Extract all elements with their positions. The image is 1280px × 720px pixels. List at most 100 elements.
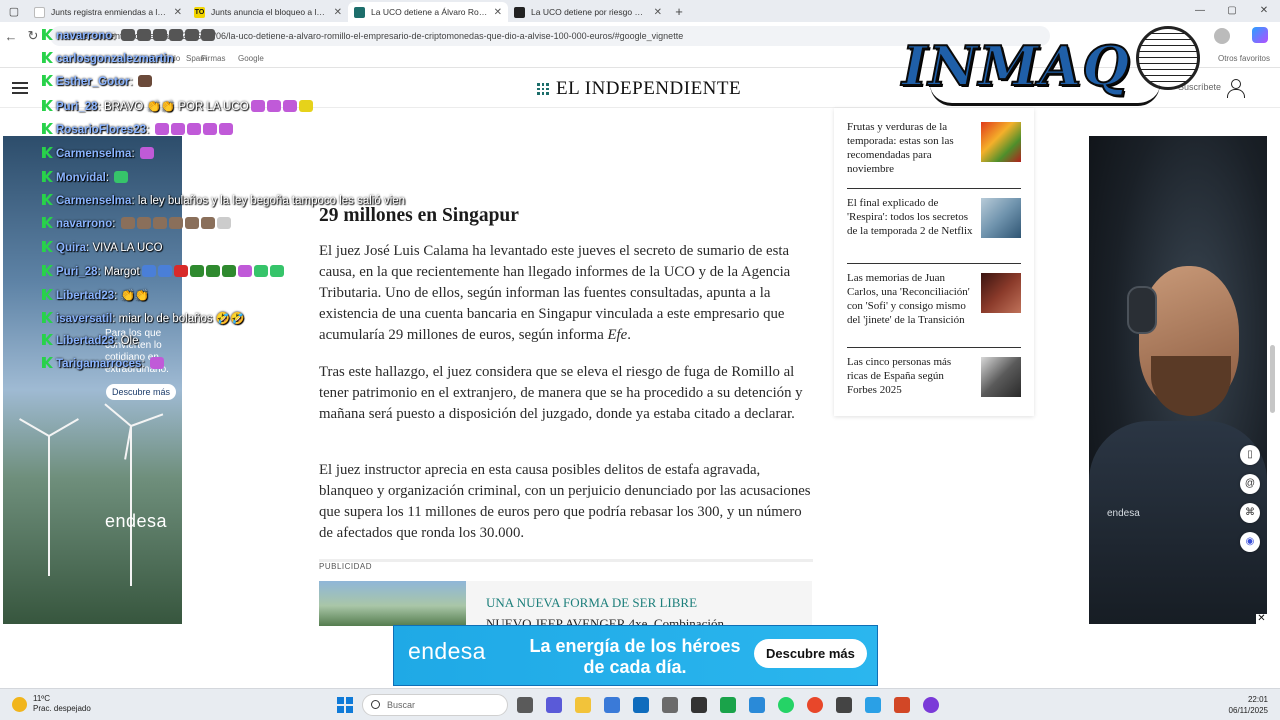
copilot-icon[interactable] <box>1252 27 1268 43</box>
related-article-thumbnail[interactable] <box>981 198 1021 238</box>
emote-icon <box>269 265 284 277</box>
taskbar-search[interactable]: Buscar <box>362 694 508 716</box>
weather-desc: Prac. despejado <box>33 704 91 713</box>
related-article-thumbnail[interactable] <box>981 122 1021 162</box>
task-view-icon[interactable] <box>517 697 533 713</box>
system-clock[interactable]: 22:01 06/11/2025 <box>1229 694 1268 716</box>
emote-icon <box>205 265 220 277</box>
related-article-title[interactable]: Frutas y verduras de la temporada: estas… <box>847 120 973 176</box>
related-article-thumbnail[interactable] <box>981 273 1021 313</box>
banner-cta-button[interactable]: Descubre más <box>754 639 867 668</box>
close-ad-icon[interactable]: ✕ <box>1256 614 1267 624</box>
windows-start-icon[interactable] <box>337 697 353 713</box>
teams-icon[interactable] <box>546 697 562 713</box>
stream-overlay-logo: INMAQ <box>900 26 1200 106</box>
related-article[interactable]: Las memorias de Juan Carlos, una 'Reconc… <box>847 263 1021 346</box>
emote-icon <box>186 123 201 135</box>
refresh-icon[interactable]: ↻ <box>22 28 44 44</box>
tab-title: Junts anuncia el bloqueo a la legi <box>211 7 328 17</box>
apps-icon[interactable]: ⌘ <box>1240 503 1260 523</box>
site-logo[interactable]: EL INDEPENDIENTE <box>537 78 741 100</box>
assistant-icon[interactable]: ◉ <box>1240 532 1260 552</box>
emote-icon <box>216 217 231 229</box>
related-article[interactable]: Frutas y verduras de la temporada: estas… <box>847 113 1021 187</box>
tab-favicon <box>354 6 365 18</box>
section-heading: 29 millones en Singapur <box>319 205 519 226</box>
powerpoint-icon[interactable] <box>894 697 910 713</box>
banner-slogan: La energía de los héroes de cada día. <box>529 636 741 677</box>
file-explorer-icon[interactable] <box>575 697 591 713</box>
emote-icon <box>253 265 268 277</box>
close-tab-icon[interactable]: ✕ <box>494 7 502 18</box>
edge-browser-icon[interactable] <box>749 697 765 713</box>
whatsapp-icon[interactable] <box>778 697 794 713</box>
close-tab-icon[interactable]: ✕ <box>654 7 662 18</box>
promo-kicker: UNA NUEVA FORMA DE SER LIBRE <box>486 595 698 610</box>
emote-icon <box>202 123 217 135</box>
windows-taskbar: 11ºC Prac. despejado Buscar 22:01 06/11/… <box>0 688 1280 720</box>
browser-tab-1[interactable]: Junts registra enmiendas a la tota ✕ <box>28 2 188 22</box>
favorite-item[interactable]: Google <box>238 54 264 63</box>
maximize-icon[interactable]: ▢ <box>1216 0 1248 22</box>
store-icon[interactable] <box>604 697 620 713</box>
other-favorites-folder[interactable]: Otros favoritos <box>1218 54 1270 63</box>
settings-gear-icon[interactable] <box>662 697 678 713</box>
user-account-icon[interactable] <box>1227 79 1245 98</box>
emote-icon <box>170 123 185 135</box>
clock-time: 22:01 <box>1247 695 1268 704</box>
emote-icon <box>154 123 169 135</box>
ad-cta-button[interactable]: Descubre más <box>106 384 177 400</box>
edge-side-tools: ▯ @ ⌘ ◉ <box>1240 445 1262 561</box>
app-icon[interactable] <box>691 697 707 713</box>
bottom-banner-ad[interactable]: endesa La energía de los héroes de cada … <box>393 625 878 686</box>
site-logo-text: EL INDEPENDIENTE <box>556 78 742 99</box>
new-tab-button[interactable]: + <box>668 4 690 19</box>
tab-favicon: TO <box>194 6 205 18</box>
app-icon[interactable] <box>836 697 852 713</box>
emote-icon <box>189 265 204 277</box>
tab-favicon <box>34 6 45 18</box>
logo-swoosh <box>930 84 1160 106</box>
related-articles-sidebar: Frutas y verduras de la temporada: estas… <box>834 108 1034 416</box>
turbine-blade <box>130 413 164 427</box>
tab-favicon <box>514 6 525 18</box>
reading-view-icon[interactable]: ▯ <box>1240 445 1260 465</box>
telegram-icon[interactable] <box>865 697 881 713</box>
related-article[interactable]: El final explicado de 'Respira': todos l… <box>847 188 1021 262</box>
close-tab-icon[interactable]: ✕ <box>174 7 182 18</box>
profile-avatar-icon[interactable] <box>1214 28 1230 44</box>
favorite-item[interactable]: Firmas <box>201 54 225 63</box>
app-icon[interactable] <box>923 697 939 713</box>
close-window-icon[interactable]: ✕ <box>1248 0 1280 22</box>
browser-tab-2[interactable]: TO Junts anuncia el bloqueo a la legi ✕ <box>188 2 348 22</box>
related-article[interactable]: Las cinco personas más ricas de España s… <box>847 347 1021 407</box>
related-article-thumbnail[interactable] <box>981 357 1021 397</box>
menu-icon[interactable] <box>12 82 28 94</box>
ad-person-beard <box>1151 356 1231 416</box>
article-paragraph: Tras este hallazgo, el juez considera qu… <box>319 364 803 422</box>
minimize-icon[interactable]: — <box>1184 0 1216 22</box>
back-arrow-icon[interactable]: ← <box>0 29 22 44</box>
app-icon[interactable] <box>720 697 736 713</box>
left-skyscraper-ad[interactable]: Para los que convierten lo cotidiano en … <box>3 136 182 624</box>
close-tab-icon[interactable]: ✕ <box>334 7 342 18</box>
ad-divider <box>319 559 813 562</box>
page-scrollbar[interactable] <box>1270 345 1275 413</box>
browser-tab-4[interactable]: La UCO detiene por riesgo de fug ✕ <box>508 2 668 22</box>
related-article-title[interactable]: Las memorias de Juan Carlos, una 'Reconc… <box>847 271 973 327</box>
chat-username: RosarioFlores23 <box>56 124 147 136</box>
outlook-icon[interactable] <box>633 697 649 713</box>
share-icon[interactable]: @ <box>1240 474 1260 494</box>
browser-tab-3-active[interactable]: La UCO detiene a Álvaro Romillo ✕ <box>348 2 508 22</box>
related-article-title[interactable]: Las cinco personas más ricas de España s… <box>847 355 973 397</box>
paragraph-end: . <box>627 327 631 343</box>
related-article-title[interactable]: El final explicado de 'Respira': todos l… <box>847 196 973 238</box>
chrome-icon[interactable] <box>807 697 823 713</box>
inline-promo-ad[interactable]: UNA NUEVA FORMA DE SER LIBRE NUEVO JEEP … <box>319 581 812 626</box>
weather-widget[interactable]: 11ºC Prac. despejado <box>12 694 91 714</box>
emote-icon <box>221 265 236 277</box>
favorite-item[interactable]: Eduardo <box>150 54 180 63</box>
window-menu-icon[interactable]: ▢ <box>0 0 28 22</box>
headset-icon <box>1127 286 1157 334</box>
emote-icon <box>184 217 199 229</box>
